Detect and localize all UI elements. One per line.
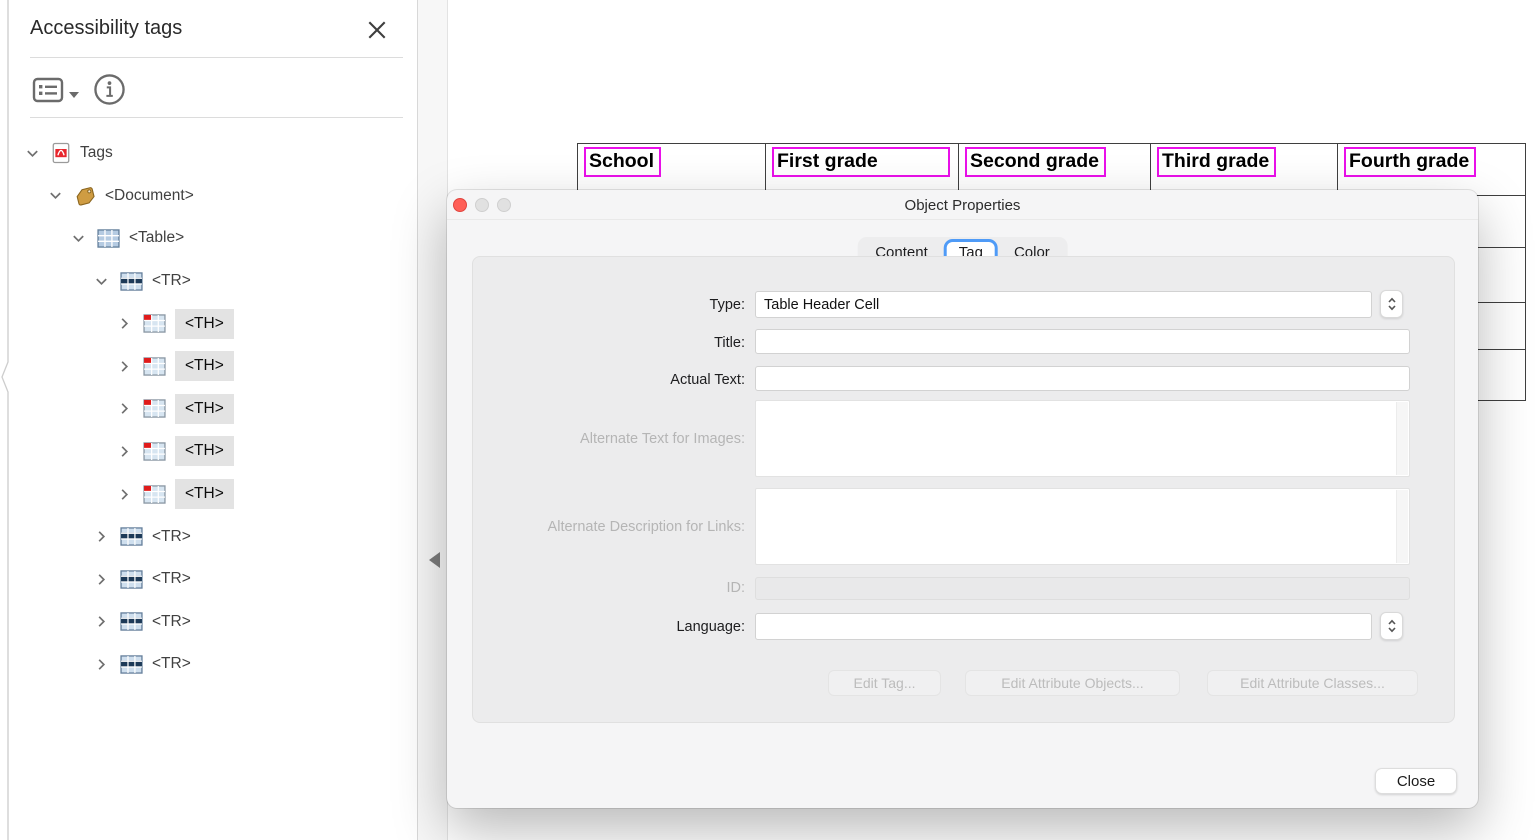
tree-item-tr[interactable]: <TR>	[0, 558, 418, 601]
id-label: ID:	[487, 580, 745, 596]
tree-item-tr[interactable]: <TR>	[0, 260, 418, 303]
dialog-titlebar: Object Properties	[447, 190, 1478, 220]
chevron-right-icon[interactable]	[117, 444, 132, 459]
tree-item-label: <TR>	[152, 570, 191, 588]
tree-item-tr[interactable]: <TR>	[0, 643, 418, 686]
tree-item-th[interactable]: <TH>	[0, 430, 418, 473]
language-label: Language:	[487, 619, 745, 635]
tagged-header-text[interactable]: Fourth grade	[1344, 147, 1476, 177]
alt-text-images-textarea	[755, 400, 1410, 477]
doc-table-header-cell[interactable]: School	[578, 144, 766, 196]
table-header-icon	[143, 357, 166, 376]
tree-item-label: <TH>	[175, 351, 234, 381]
tree-item-table[interactable]: <Table>	[0, 217, 418, 260]
tree-item-th[interactable]: <TH>	[0, 302, 418, 345]
id-field	[755, 577, 1410, 600]
tree-item-label: <TR>	[152, 528, 191, 546]
dialog-title: Object Properties	[447, 197, 1478, 214]
tree-item-label: Tags	[80, 144, 113, 162]
type-stepper-icon[interactable]	[1380, 290, 1403, 318]
doc-table-header-cell[interactable]: Third grade	[1151, 144, 1338, 196]
pdf-icon	[51, 142, 71, 164]
chevron-right-icon[interactable]	[94, 614, 109, 629]
language-field[interactable]	[755, 613, 1372, 640]
tags-tree: Tags <Document> <Table> <TR> <TH> <TH> <TH> <TH…	[0, 132, 418, 686]
doc-table-header-cell[interactable]: Fourth grade	[1338, 144, 1525, 196]
chevron-right-icon[interactable]	[94, 529, 109, 544]
tagged-header-text[interactable]: First grade	[772, 147, 950, 177]
chevron-right-icon[interactable]	[94, 572, 109, 587]
divider	[30, 117, 403, 118]
type-label: Type:	[487, 297, 745, 313]
table-icon	[97, 229, 120, 248]
alt-desc-links-textarea	[755, 488, 1410, 565]
chevron-right-icon[interactable]	[117, 487, 132, 502]
table-row-icon	[120, 272, 143, 291]
title-label: Title:	[487, 335, 745, 351]
doc-table-header-cell[interactable]: Second grade	[959, 144, 1151, 196]
table-row-icon	[120, 570, 143, 589]
tag-options-icon[interactable]	[32, 76, 64, 104]
actual-text-label: Actual Text:	[487, 372, 745, 388]
chevron-down-icon[interactable]	[48, 188, 63, 203]
actual-text-field[interactable]	[755, 366, 1410, 391]
table-row-icon	[120, 527, 143, 546]
tree-item-th[interactable]: <TH>	[0, 473, 418, 516]
chevron-right-icon[interactable]	[117, 401, 132, 416]
edit-attribute-classes-button: Edit Attribute Classes...	[1207, 670, 1418, 696]
scrollbar	[1396, 490, 1408, 563]
tree-item-label: <TH>	[175, 394, 234, 424]
tree-item-th[interactable]: <TH>	[0, 345, 418, 388]
tagged-header-text[interactable]: Second grade	[965, 147, 1106, 177]
tree-item-tags[interactable]: Tags	[0, 132, 418, 175]
table-row-icon	[120, 655, 143, 674]
close-button[interactable]: Close	[1375, 768, 1457, 794]
doc-table-header-cell[interactable]: First grade	[766, 144, 959, 196]
tag-icon	[74, 186, 96, 206]
tree-item-label: <TH>	[175, 436, 234, 466]
tagged-header-text[interactable]: Third grade	[1157, 147, 1276, 177]
tree-item-tr[interactable]: <TR>	[0, 601, 418, 644]
chevron-right-icon[interactable]	[117, 316, 132, 331]
chevron-down-icon[interactable]	[94, 274, 109, 289]
tree-item-label: <TH>	[175, 479, 234, 509]
alt-desc-links-label: Alternate Description for Links:	[487, 519, 745, 535]
tree-item-label: <TR>	[152, 613, 191, 631]
chevron-right-icon[interactable]	[94, 657, 109, 672]
language-stepper-icon[interactable]	[1380, 612, 1403, 640]
table-header-icon	[143, 485, 166, 504]
close-icon[interactable]	[366, 19, 388, 41]
tagged-header-text[interactable]: School	[584, 147, 661, 177]
edit-tag-button: Edit Tag...	[828, 670, 941, 696]
edit-attribute-objects-button: Edit Attribute Objects...	[965, 670, 1180, 696]
tree-item-tr[interactable]: <TR>	[0, 515, 418, 558]
info-icon[interactable]	[93, 73, 126, 106]
tree-item-th[interactable]: <TH>	[0, 388, 418, 431]
table-header-icon	[143, 314, 166, 333]
divider	[30, 57, 403, 58]
collapse-panel-icon[interactable]	[429, 552, 440, 568]
chevron-down-icon[interactable]	[25, 146, 40, 161]
chevron-down-icon[interactable]	[71, 231, 86, 246]
title-field[interactable]	[755, 329, 1410, 354]
tree-item-document[interactable]: <Document>	[0, 175, 418, 218]
table-header-icon	[143, 399, 166, 418]
panel-title: Accessibility tags	[30, 17, 182, 40]
table-row-icon	[120, 612, 143, 631]
acrobat-window: Accessibility tags	[0, 0, 1540, 840]
scrollbar	[1396, 402, 1408, 475]
chevron-down-icon[interactable]	[68, 86, 80, 94]
type-combobox[interactable]	[755, 291, 1372, 318]
panel-splitter[interactable]	[418, 0, 448, 840]
tree-item-label: <Document>	[105, 187, 194, 205]
tree-item-label: <TH>	[175, 309, 234, 339]
tree-item-label: <Table>	[129, 229, 184, 247]
object-properties-dialog: Object Properties ContentTagColor Type: …	[447, 190, 1478, 808]
table-header-icon	[143, 442, 166, 461]
tree-item-label: <TR>	[152, 655, 191, 673]
chevron-right-icon[interactable]	[117, 359, 132, 374]
accessibility-tags-panel: Accessibility tags	[0, 0, 418, 840]
alt-text-images-label: Alternate Text for Images:	[487, 431, 745, 447]
tree-item-label: <TR>	[152, 272, 191, 290]
